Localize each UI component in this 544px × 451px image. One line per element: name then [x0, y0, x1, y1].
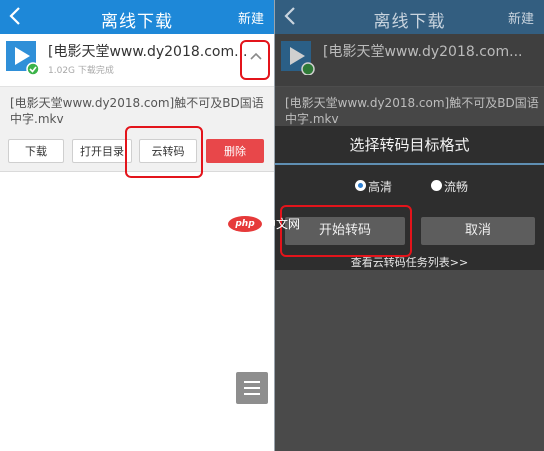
header-bar: 离线下载 新建	[275, 0, 544, 34]
file-full-name: [电影天堂www.dy2018.com]触不可及BD国语中字.mkv	[285, 96, 539, 126]
menu-icon	[244, 381, 260, 383]
file-name: [电影天堂www.dy2018.com...	[48, 44, 248, 60]
page-title: 离线下载	[373, 12, 446, 32]
radio-unselected-icon	[431, 180, 442, 191]
option-smooth-label: 流畅	[444, 180, 469, 194]
download-button[interactable]: 下载	[8, 139, 64, 163]
page-title: 离线下载	[101, 12, 173, 32]
video-file-icon	[281, 41, 315, 75]
watermark-text: 中文网	[264, 217, 301, 231]
delete-button[interactable]: 删除	[206, 139, 264, 163]
cancel-button[interactable]: 取消	[421, 217, 535, 245]
highlight-cloud-transcode	[125, 126, 203, 178]
new-task-button[interactable]: 新建	[238, 8, 264, 27]
open-directory-button[interactable]: 打开目录	[72, 139, 132, 163]
radio-selected-icon	[355, 180, 366, 191]
file-name: [电影天堂www.dy2018.com...	[323, 44, 523, 60]
file-list-item[interactable]: [电影天堂www.dy2018.com...	[275, 34, 544, 87]
file-list-item[interactable]: [电影天堂www.dy2018.com... 1.02G 下载完成	[0, 34, 274, 87]
highlight-chevron	[240, 40, 270, 80]
watermark-badge: php	[228, 216, 262, 232]
file-status: 1.02G 下载完成	[48, 66, 114, 76]
option-hd-label: 高清	[368, 180, 393, 194]
dialog-divider	[275, 163, 544, 165]
header-bar: 离线下载 新建	[0, 0, 274, 34]
video-file-icon	[6, 41, 40, 75]
right-screen: 离线下载 新建 [电影天堂www.dy2018.com... [电影天堂www.…	[275, 0, 544, 451]
new-task-button[interactable]: 新建	[508, 8, 534, 27]
menu-fab-button[interactable]	[236, 372, 268, 404]
file-full-name: [电影天堂www.dy2018.com]触不可及BD国语中字.mkv	[10, 96, 264, 126]
dialog-title: 选择转码目标格式	[349, 136, 470, 154]
